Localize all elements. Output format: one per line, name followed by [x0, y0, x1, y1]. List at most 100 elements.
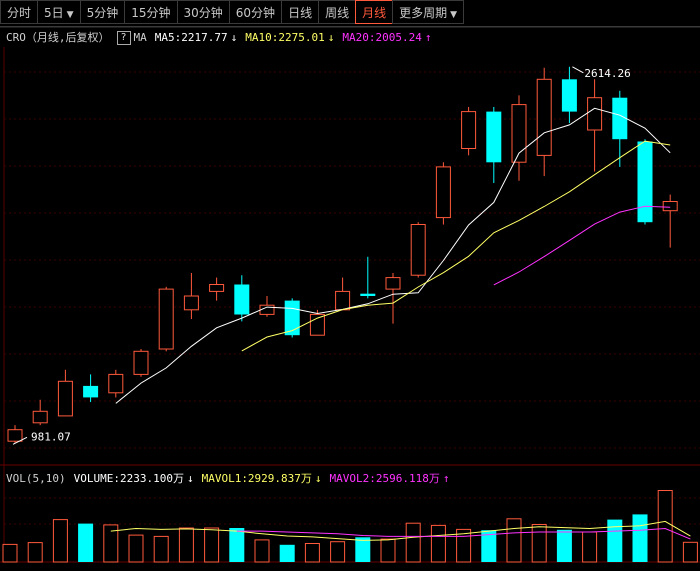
tab-6[interactable]: 日线 [281, 0, 320, 24]
mavol2-arrow-icon: ↑ [442, 472, 450, 485]
volume-bar [556, 529, 572, 562]
candle-body [637, 141, 653, 223]
volume-bar [229, 528, 245, 562]
candle-body [183, 295, 199, 311]
low-annotation-label: 981.07 [31, 430, 71, 443]
candle-body [57, 380, 73, 417]
volume-bar [330, 541, 346, 563]
tab-9[interactable]: 更多周期 ▼ [392, 0, 465, 24]
volume-bar [178, 527, 194, 563]
candle-body [158, 288, 174, 350]
tab-label: 5日 [44, 6, 64, 20]
candle-body [410, 224, 426, 276]
volume-bar [405, 522, 421, 563]
tab-label: 15分钟 [131, 6, 171, 20]
tab-label: 5分钟 [86, 6, 119, 20]
volume-bar [2, 543, 18, 563]
high-annotation-label: 2614.26 [584, 67, 630, 80]
candle-body [587, 97, 603, 131]
ma5-line [115, 107, 671, 404]
volume-bar [682, 541, 698, 563]
candle-body [133, 350, 149, 375]
volume-legend-name: VOL(5,10) [6, 472, 66, 485]
mavol2-line [236, 527, 691, 540]
high-annotation-arrow-icon [572, 66, 584, 74]
candle-body [234, 284, 250, 315]
ma10-line [241, 140, 671, 352]
volume-bar [582, 531, 598, 563]
price-legend-name: CRO（月线,后复权） [6, 31, 110, 44]
ma-label: MA [133, 31, 147, 44]
volume-bar [531, 524, 547, 563]
low-annotation-arrow-icon [12, 436, 28, 445]
volume-bar [153, 535, 169, 563]
candle-body [83, 385, 99, 398]
volume-arrow-icon: ↓ [186, 472, 194, 485]
volume-bar [27, 542, 43, 563]
mavol1-arrow-icon: ↓ [314, 472, 322, 485]
help-button[interactable]: ? [116, 31, 131, 45]
tab-label: 更多周期 [399, 6, 448, 20]
volume-bar [52, 519, 68, 563]
volume-bar [128, 534, 144, 563]
tab-label: 周线 [325, 6, 350, 20]
volume-bar [607, 519, 623, 562]
candle-body [309, 313, 325, 336]
ma20-value: MA20:2005.24 [342, 31, 422, 44]
period-tabs: 分时 5日 ▼ 5分钟 15分钟 30分钟 60分钟 日线 周线 月线 更多周期 ▼ [0, 0, 700, 27]
tab-5[interactable]: 60分钟 [228, 0, 283, 24]
tab-2[interactable]: 5分钟 [79, 0, 126, 24]
candle-body [486, 111, 502, 163]
tab-7[interactable]: 周线 [318, 0, 357, 24]
candle-body [7, 429, 23, 442]
candle-body [461, 111, 477, 149]
candle-body [435, 166, 451, 219]
candle-body [360, 293, 376, 296]
chevron-down-icon: ▼ [450, 10, 458, 20]
volume-bar [103, 524, 119, 563]
mavol1-value: MAVOL1:2929.837万 [201, 472, 312, 485]
volume-bar [456, 528, 472, 563]
ma5-arrow-icon: ↓ [230, 31, 238, 44]
candle-body [511, 104, 527, 163]
tab-1[interactable]: 5日 ▼ [37, 0, 81, 24]
tab-label: 分时 [7, 6, 32, 20]
volume-value: VOLUME:2233.100万 [73, 472, 184, 485]
volume-bar [632, 514, 648, 562]
tab-0[interactable]: 分时 [0, 0, 39, 24]
chevron-down-icon: ▼ [66, 10, 74, 20]
volume-bar [304, 543, 320, 563]
tab-label: 月线 [362, 6, 387, 20]
volume-bar [355, 537, 371, 562]
price-legend: CRO（月线,后复权） ? MA MA5:2217.77 ↓ MA10:2275… [6, 29, 434, 47]
volume-bar [380, 538, 396, 563]
volume-bar [481, 530, 497, 562]
volume-legend: VOL(5,10) VOLUME:2233.100万 ↓ MAVOL1:2929… [6, 470, 453, 488]
ma20-line [493, 205, 671, 286]
tab-4[interactable]: 30分钟 [176, 0, 230, 24]
tab-label: 日线 [288, 6, 313, 20]
mavol2-value: MAVOL2:2596.118万 [329, 472, 440, 485]
mavol1-line [110, 520, 691, 541]
candle-body [284, 300, 300, 336]
volume-bar [204, 527, 220, 563]
candle-body [561, 79, 577, 112]
candle-body [612, 97, 628, 140]
volume-bar [657, 490, 673, 563]
candle-body [259, 304, 275, 315]
tab-label: 60分钟 [235, 6, 276, 20]
ma20-arrow-icon: ↑ [424, 31, 432, 44]
ma5-value: MA5:2217.77 [154, 31, 228, 44]
candle-body [385, 277, 401, 290]
candle-body [335, 290, 351, 311]
candle-body [209, 284, 225, 292]
ma10-value: MA10:2275.01 [245, 31, 325, 44]
tab-8[interactable]: 月线 [355, 0, 394, 24]
tab-label: 30分钟 [183, 6, 223, 20]
candle-body [662, 201, 678, 212]
volume-bar [279, 544, 295, 562]
tab-3[interactable]: 15分钟 [124, 0, 178, 24]
ma10-arrow-icon: ↓ [327, 31, 335, 44]
volume-bar [506, 518, 522, 563]
candle-body [108, 373, 124, 394]
